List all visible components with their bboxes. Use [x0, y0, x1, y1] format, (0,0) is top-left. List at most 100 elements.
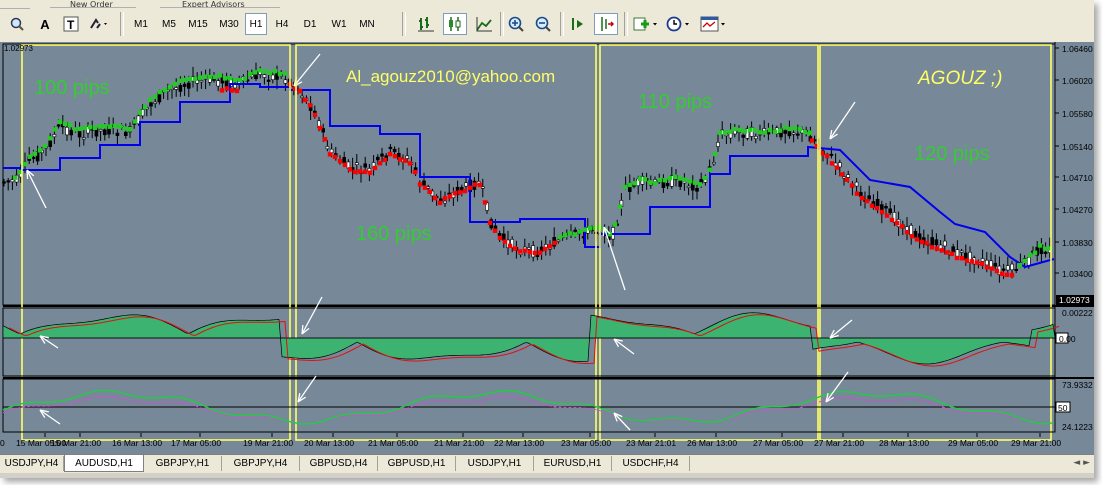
chart-tab[interactable]: EURUSD,H1 — [534, 456, 612, 471]
timeframe-m15[interactable]: M15 — [183, 13, 213, 35]
bear-tick — [924, 240, 930, 246]
annotation-arrow — [293, 53, 321, 87]
candle-body — [266, 79, 271, 82]
chart-tab[interactable]: GBPUSD,H4 — [300, 456, 378, 471]
tab-scroll-arrows-icon[interactable]: ◄ ► — [1073, 458, 1090, 468]
bull-tick — [747, 127, 753, 133]
bear-tick — [542, 246, 548, 252]
chart-tab[interactable]: AUDUSD,H1 — [64, 455, 144, 472]
candle-body — [955, 249, 960, 257]
bull-tick — [37, 148, 43, 153]
bull-tick — [72, 127, 78, 132]
chart-tab[interactable]: GBPJPY,H4 — [222, 456, 300, 471]
bear-tick — [302, 97, 308, 103]
candle-body — [930, 237, 935, 246]
bull-tick — [662, 178, 668, 183]
candle-body — [10, 179, 15, 183]
bear-tick — [879, 209, 885, 215]
chart-tab[interactable]: GBPJPY,H1 — [144, 456, 222, 471]
bear-tick — [437, 200, 443, 206]
periodicity-dropdown-button[interactable] — [664, 13, 694, 35]
candle-body — [497, 233, 502, 237]
line-chart-button[interactable] — [472, 13, 496, 35]
annotation-arrow — [301, 296, 323, 335]
candle-body — [795, 133, 800, 136]
arrows-dropdown-button[interactable] — [86, 13, 112, 35]
bar-chart-button[interactable] — [414, 13, 438, 35]
timeframe-mn[interactable]: MN — [354, 13, 380, 35]
chart-tab[interactable]: USDJPY,H4 — [0, 456, 64, 471]
bull-tick — [172, 81, 178, 87]
new-order-button[interactable]: New Order — [50, 0, 136, 8]
chart-tab[interactable]: USDJPY,H1 — [456, 456, 534, 471]
templates-dropdown-button[interactable] — [698, 13, 730, 35]
timeframe-m5[interactable]: M5 — [156, 13, 182, 35]
toolbar-separator — [624, 12, 628, 36]
zoom-out-button[interactable] — [531, 13, 555, 35]
time-tick-label: 28 Mar 13:00 — [879, 438, 929, 448]
bear-tick — [844, 177, 850, 182]
bear-tick — [839, 172, 845, 177]
time-tick-label: 29 Mar 21:00 — [1011, 438, 1061, 448]
expert-advisors-button[interactable]: Expert Advisors — [160, 0, 280, 8]
bear-tick — [417, 182, 423, 187]
bear-tick — [984, 265, 990, 270]
bear-tick — [452, 190, 458, 196]
bear-tick — [307, 103, 313, 108]
bull-tick — [137, 110, 143, 115]
timeframe-h4[interactable]: H4 — [270, 13, 294, 35]
bear-tick — [487, 220, 493, 226]
chart-shift-button[interactable] — [594, 13, 618, 35]
timeframe-m1[interactable]: M1 — [128, 13, 154, 35]
timeframe-m30[interactable]: M30 — [214, 13, 244, 35]
templates-icon — [700, 16, 725, 32]
candle-body — [501, 233, 506, 241]
bull-tick — [187, 76, 193, 82]
toolbar-top-icon — [0, 0, 30, 9]
bear-tick — [944, 250, 950, 255]
bear-tick — [532, 250, 538, 256]
text-label-button[interactable]: T — [60, 13, 82, 35]
indicators-dropdown-button[interactable] — [630, 13, 662, 35]
time-tick-label: 17 Mar 05:00 — [171, 438, 221, 448]
bear-tick — [442, 196, 448, 201]
zoom-chart-button[interactable] — [6, 13, 28, 35]
timeframe-w1[interactable]: W1 — [326, 13, 352, 35]
bear-tick — [492, 228, 498, 233]
candle-body — [1001, 268, 1006, 271]
price-tick-label: 1.04710 — [1062, 173, 1093, 183]
auto-scroll-button[interactable] — [566, 13, 590, 35]
macd-pane: 0.00222 0.00 — [2, 296, 1094, 379]
candle-body — [1010, 263, 1014, 271]
bull-tick — [757, 130, 763, 135]
bear-tick — [547, 244, 553, 249]
bear-tick — [447, 194, 453, 199]
candle-body — [942, 240, 947, 247]
timeframe-d1[interactable]: D1 — [298, 13, 322, 35]
bull-tick — [722, 130, 728, 135]
pips-label-3: 110 pips — [638, 91, 712, 113]
zoom-in-button[interactable] — [504, 13, 528, 35]
timeframe-h1[interactable]: H1 — [245, 13, 267, 35]
rsi-axis-label: 73.9332 — [1062, 380, 1093, 390]
time-tick-label: 29 Mar 05:00 — [948, 438, 998, 448]
candlestick-button[interactable] — [443, 13, 467, 35]
symbol-price-label: 1.02973 — [4, 44, 33, 53]
toolbar: New Order Expert Advisors A T M1 M5 M15 … — [0, 0, 1094, 43]
bear-tick — [809, 138, 815, 143]
bear-tick — [939, 248, 945, 253]
bull-tick — [282, 71, 288, 76]
bear-tick — [874, 205, 880, 211]
price-chart[interactable]: 100 pips Al_agouz2010@yahoo.com 160 pips 11… — [0, 42, 1094, 454]
chart-tab[interactable]: GBPUSD,H1 — [378, 456, 456, 471]
annotation-arrow — [297, 375, 317, 403]
pips-label-1: 100 pips — [34, 77, 110, 99]
bear-tick — [377, 161, 383, 166]
magnifier-icon — [10, 17, 24, 31]
bull-tick — [782, 125, 788, 130]
candle-body — [182, 83, 187, 87]
bear-tick — [889, 217, 895, 223]
font-button[interactable]: A — [34, 13, 56, 35]
chart-window[interactable]: 100 pips Al_agouz2010@yahoo.com 160 pips 11… — [0, 42, 1094, 454]
chart-tab[interactable]: USDCHF,H4 — [612, 456, 690, 471]
